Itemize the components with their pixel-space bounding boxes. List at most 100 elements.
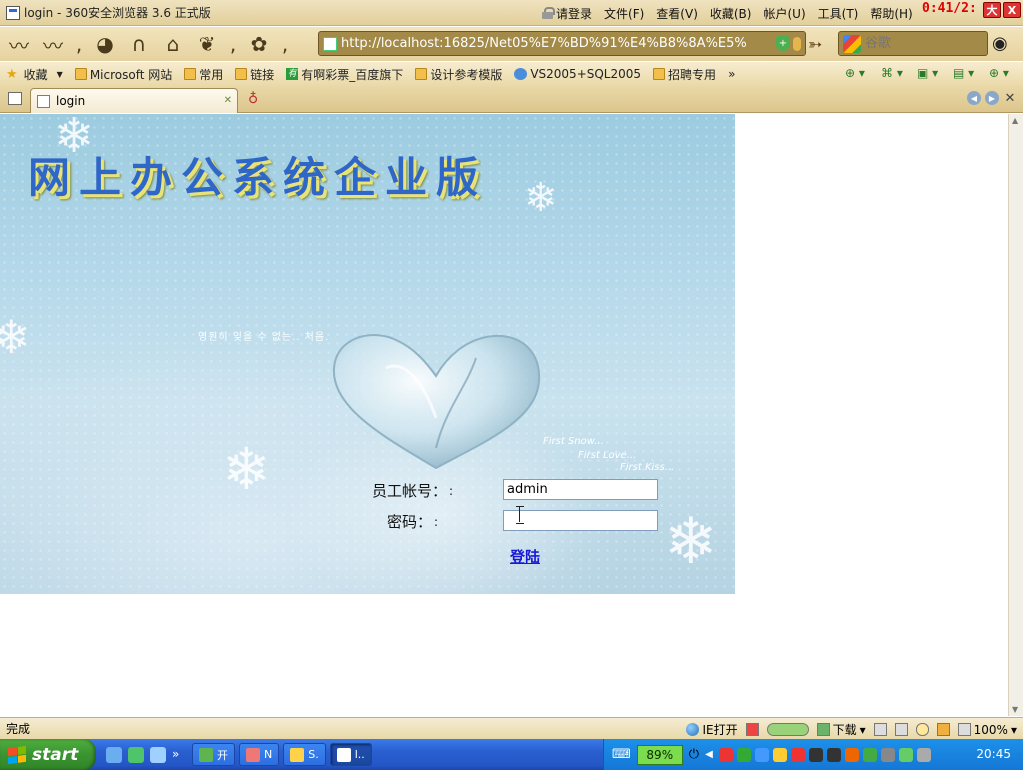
vertical-scrollbar[interactable]: ▲ ▼: [1008, 114, 1023, 716]
login-link[interactable]: 请登录: [536, 5, 598, 22]
fav-more-button[interactable]: »: [722, 67, 741, 81]
note-icon[interactable]: [894, 723, 908, 736]
window-icon[interactable]: [873, 723, 887, 736]
tray-app-icon[interactable]: [790, 747, 805, 762]
username-label: 员工帐号：: [372, 482, 448, 500]
menu-file[interactable]: 文件(F): [598, 5, 650, 22]
add-icon[interactable]: ⊕ ▾: [989, 65, 1015, 81]
tab-close-icon[interactable]: ✕: [224, 95, 232, 106]
menu-help[interactable]: 帮助(H): [864, 5, 918, 22]
lock-icon: [542, 7, 555, 19]
quick-more-icon[interactable]: »: [172, 747, 188, 763]
scroll-down-icon[interactable]: ▼: [1012, 705, 1018, 714]
ie-open-button[interactable]: IE打开: [686, 721, 738, 738]
scroll-up-icon[interactable]: ▲: [1012, 116, 1018, 125]
task-button-2[interactable]: N: [239, 743, 280, 766]
desktop-quick-icon[interactable]: [150, 746, 166, 763]
reader-icon[interactable]: ▤ ▾: [953, 65, 979, 81]
login-button[interactable]: 登陆: [510, 546, 540, 567]
menu-tools[interactable]: 工具(T): [812, 5, 865, 22]
fav-item-design[interactable]: 设计参考模版: [409, 66, 508, 83]
download-button[interactable]: 下载 ▾: [816, 721, 866, 738]
paw-icon[interactable]: ✿: [244, 30, 274, 58]
system-clock[interactable]: 20:45: [976, 747, 1011, 761]
fav-item-common[interactable]: 常用: [178, 66, 229, 83]
menu-account[interactable]: 帐户(U): [757, 5, 811, 22]
tray-app-icon[interactable]: [772, 747, 787, 762]
password-label-colon: :: [434, 514, 439, 529]
bulb-icon[interactable]: [793, 36, 801, 51]
new-tab-icon[interactable]: ♁: [248, 91, 258, 107]
search-box: [838, 31, 988, 56]
tray-app-icon[interactable]: [844, 747, 859, 762]
security-shield-icon[interactable]: +: [776, 36, 790, 51]
snowflake-icon: ❄: [0, 310, 31, 364]
shield-status-icon[interactable]: [745, 723, 759, 736]
windows-flag-icon: [8, 745, 26, 764]
battery-indicator[interactable]: 89%: [636, 744, 683, 765]
fav-item-lottery[interactable]: 有有啊彩票_百度旗下: [280, 66, 409, 83]
ie-quick-icon[interactable]: [106, 746, 122, 763]
start-button[interactable]: start: [0, 739, 96, 770]
password-input[interactable]: [503, 510, 658, 531]
maximize-button[interactable]: 大: [983, 2, 1001, 18]
menu-view[interactable]: 查看(V): [650, 5, 704, 22]
google-icon[interactable]: [843, 34, 861, 53]
tab-list-icon[interactable]: [8, 92, 22, 105]
tray-app-icon[interactable]: [826, 747, 841, 762]
history-icon[interactable]: ❦: [192, 30, 222, 58]
tray-app-icon[interactable]: [862, 747, 877, 762]
tab-next-icon[interactable]: ▶: [985, 91, 999, 105]
tray-icons: [718, 747, 931, 762]
cloud-icon[interactable]: [915, 723, 929, 736]
tray-app-icon[interactable]: [880, 747, 895, 762]
fav-item-recruit[interactable]: 招聘专用: [647, 66, 722, 83]
menu-bar: 请登录 文件(F) 查看(V) 收藏(B) 帐户(U) 工具(T) 帮助(H): [536, 0, 919, 26]
tray-app-icon[interactable]: [718, 747, 733, 762]
back-bird-icon[interactable]: 〰: [4, 30, 34, 58]
task-button-3[interactable]: S.: [283, 743, 326, 766]
forward-bird-icon[interactable]: 〰: [38, 30, 68, 58]
page-viewport: ❄ ❄ ❄ ❄ ❄ 网上办公系统企业版 영원히 잊을 수 없는.. 처음. Fi…: [0, 114, 1008, 716]
translate-icon[interactable]: ⊕ ▾: [845, 65, 871, 81]
lock-status-icon[interactable]: [936, 723, 950, 736]
site-logo-icon: 有: [286, 68, 299, 80]
fav-item-microsoft[interactable]: Microsoft 网站: [69, 66, 178, 83]
home-hut-icon[interactable]: ⌂: [158, 30, 188, 58]
tray-app-icon[interactable]: [916, 747, 931, 762]
tray-app-icon[interactable]: [808, 747, 823, 762]
start-label: start: [32, 744, 79, 765]
fav-item-links[interactable]: 链接: [229, 66, 280, 83]
folder-icon: [653, 68, 666, 80]
refresh-icon[interactable]: ◕: [90, 30, 120, 58]
task-button-4[interactable]: l..: [329, 743, 372, 766]
shield-icon: [745, 723, 759, 736]
refresh-quick-icon[interactable]: [128, 746, 144, 763]
download-icon: [816, 723, 830, 736]
username-input[interactable]: [503, 479, 658, 500]
address-input[interactable]: [341, 36, 773, 51]
tab-login[interactable]: login ✕: [30, 88, 238, 113]
tray-expand-icon[interactable]: ◀: [705, 749, 713, 760]
game-icon[interactable]: ⌘ ▾: [881, 65, 907, 81]
tray-app-icon[interactable]: [736, 747, 751, 762]
keyboard-icon[interactable]: ⌨: [612, 747, 631, 762]
tray-app-icon[interactable]: [754, 747, 769, 762]
stop-arch-icon[interactable]: ∩: [124, 30, 154, 58]
search-input[interactable]: [865, 36, 975, 51]
screenshot-icon[interactable]: ▣ ▾: [917, 65, 943, 81]
close-all-tabs-icon[interactable]: ✕: [1003, 91, 1017, 106]
address-bar: +: [318, 31, 806, 56]
go-icon[interactable]: ➳: [808, 35, 822, 55]
eye-icon[interactable]: ◉: [992, 33, 1008, 54]
tab-prev-icon[interactable]: ◀: [967, 91, 981, 105]
menu-favorites[interactable]: 收藏(B): [704, 5, 758, 22]
fav-item-vs2005[interactable]: VS2005+SQL2005: [508, 67, 647, 81]
task-button-1[interactable]: 开: [192, 743, 235, 766]
tray-app-icon[interactable]: [898, 747, 913, 762]
power-plug-icon[interactable]: ⏻: [689, 747, 699, 762]
close-button[interactable]: X: [1003, 2, 1021, 18]
favorites-menu[interactable]: 收藏 ▼: [18, 66, 69, 83]
zoom-control[interactable]: 100% ▾: [957, 723, 1017, 737]
toggle-icon[interactable]: [766, 723, 809, 736]
